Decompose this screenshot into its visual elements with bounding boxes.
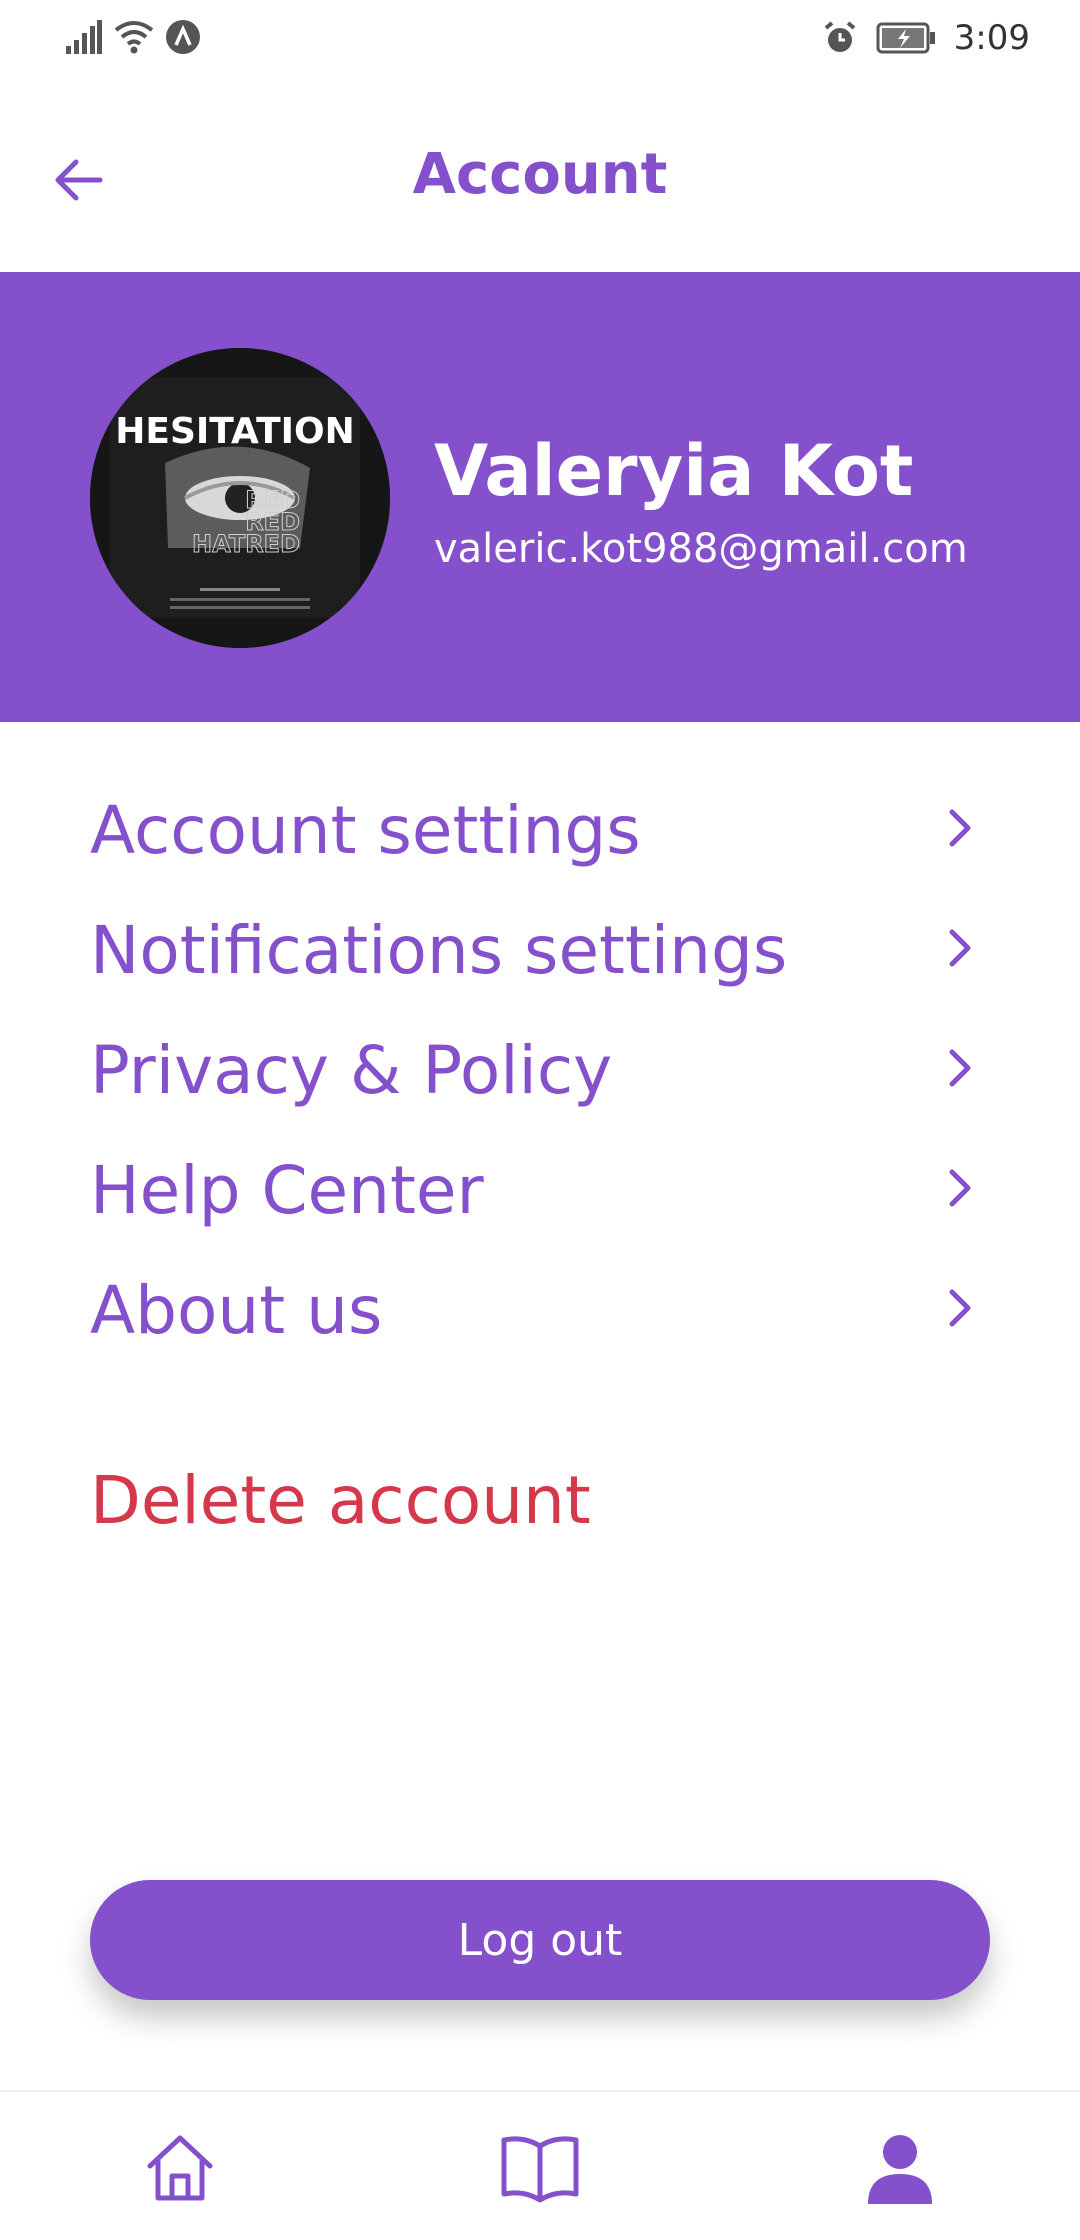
menu-item-account-settings[interactable]: Account settings	[0, 770, 1080, 890]
avatar[interactable]: HESITATION RED RED HATRED	[90, 348, 390, 648]
menu-item-help-center[interactable]: Help Center	[0, 1130, 1080, 1250]
wifi-icon	[114, 21, 154, 54]
menu-item-label: Account settings	[90, 791, 641, 869]
menu-item-label: Help Center	[90, 1151, 484, 1229]
profile-email: valeric.kot988@gmail.com	[434, 526, 968, 572]
avatar-title-text: HESITATION	[115, 411, 355, 452]
menu-item-label: Privacy & Policy	[90, 1031, 613, 1109]
settings-menu: Account settings Notifications settings …	[0, 770, 1080, 1370]
avatar-word-3: HATRED	[192, 530, 300, 558]
chevron-right-icon	[949, 1169, 971, 1207]
book-icon	[501, 2136, 579, 2203]
menu-item-privacy-policy[interactable]: Privacy & Policy	[0, 1010, 1080, 1130]
menu-item-about-us[interactable]: About us	[0, 1250, 1080, 1370]
menu-item-label: About us	[90, 1271, 383, 1349]
chevron-right-icon	[949, 929, 971, 967]
nav-home[interactable]	[140, 2128, 220, 2208]
nav-library[interactable]	[500, 2128, 580, 2208]
nav-profile[interactable]	[860, 2128, 940, 2208]
profile-banner: HESITATION RED RED HATRED Valeryia Kot v…	[0, 272, 1080, 722]
app-bar: Account	[0, 84, 1080, 272]
home-icon	[147, 2135, 213, 2201]
vpn-icon	[166, 20, 200, 54]
alarm-icon	[824, 21, 855, 52]
avatar-image: HESITATION RED RED HATRED	[90, 348, 390, 648]
account-screen: 3:09 Account HESITATION RED RED HATRED V…	[0, 0, 1080, 2240]
battery-charging-icon	[876, 22, 935, 54]
page-title: Account	[412, 142, 668, 207]
menu-item-label: Notifications settings	[90, 911, 788, 989]
delete-account-button[interactable]: Delete account	[90, 1462, 591, 1539]
status-bar: 3:09	[0, 0, 1080, 84]
signal-icon	[66, 20, 102, 54]
status-right: 3:09	[822, 18, 1030, 58]
person-icon	[868, 2135, 932, 2204]
logout-button[interactable]: Log out	[90, 1880, 990, 2000]
profile-name: Valeryia Kot	[434, 430, 914, 512]
chevron-right-icon	[949, 1049, 971, 1087]
chevron-right-icon	[949, 809, 971, 847]
bottom-nav	[0, 2090, 1080, 2240]
status-time: 3:09	[953, 18, 1030, 58]
status-left	[66, 20, 200, 54]
chevron-right-icon	[949, 1289, 971, 1327]
menu-item-notifications-settings[interactable]: Notifications settings	[0, 890, 1080, 1010]
